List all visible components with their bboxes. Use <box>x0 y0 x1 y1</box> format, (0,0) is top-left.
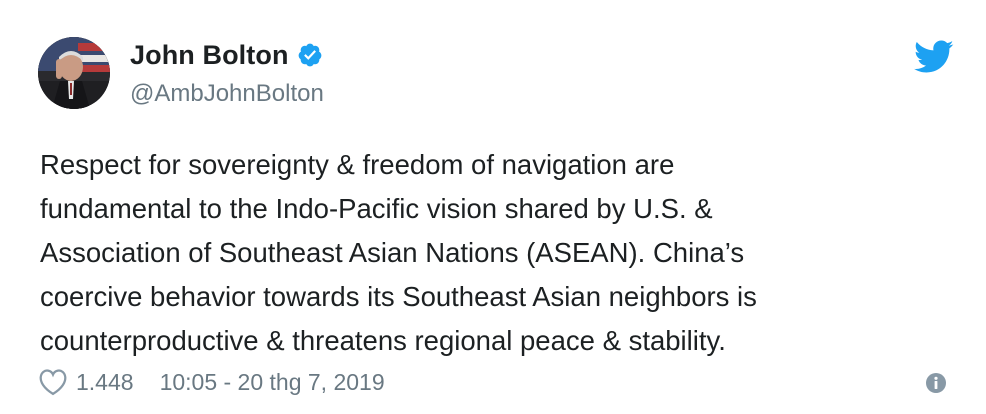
avatar-photo <box>38 37 110 109</box>
embedded-tweet: John Bolton @AmbJohnBolton Respect for s… <box>0 0 986 414</box>
author-name-row: John Bolton <box>130 38 323 72</box>
tweet-timestamp[interactable]: 10:05 - 20 thg 7, 2019 <box>160 369 385 396</box>
twitter-bird-icon[interactable] <box>914 40 954 74</box>
info-icon[interactable] <box>925 372 947 394</box>
verified-badge-icon <box>297 42 323 68</box>
heart-icon[interactable] <box>38 368 68 396</box>
tweet-footer: 1.448 10:05 - 20 thg 7, 2019 <box>38 366 385 398</box>
author-handle[interactable]: @AmbJohnBolton <box>130 80 324 108</box>
tweet-text: Respect for sovereignty & freedom of nav… <box>40 149 757 356</box>
author-display-name[interactable]: John Bolton <box>130 40 289 71</box>
avatar[interactable] <box>38 37 110 109</box>
like-count[interactable]: 1.448 <box>76 369 134 396</box>
